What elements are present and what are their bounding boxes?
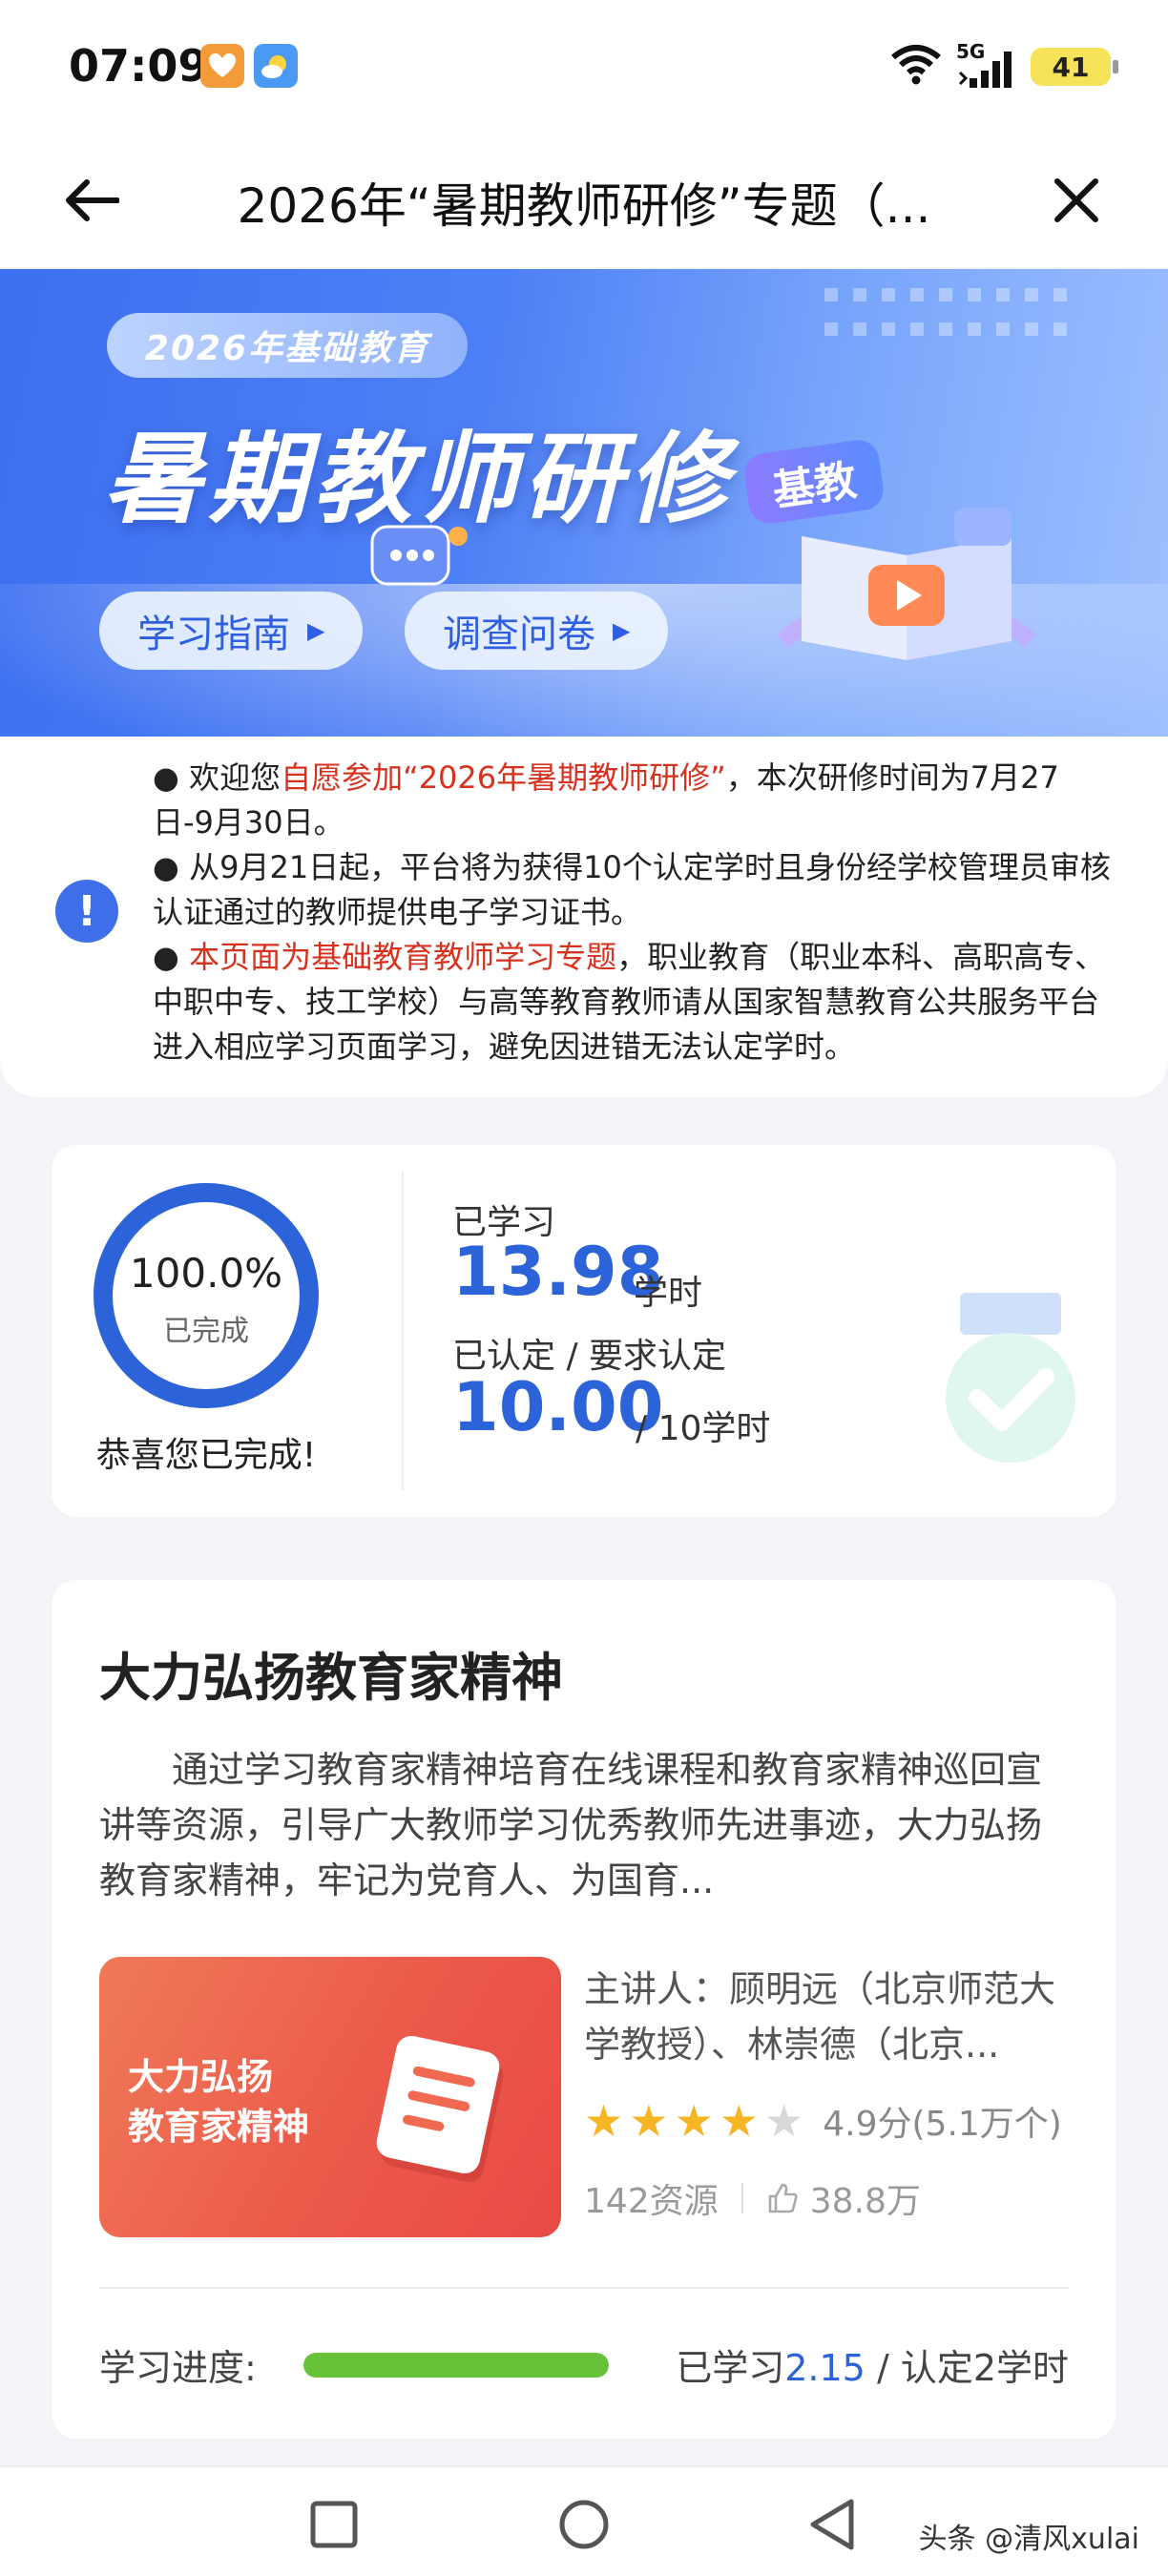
star-icon: ★	[719, 2095, 759, 2147]
course-speaker: 主讲人：顾明远（北京师范大学教授）、林崇德（北京...	[584, 1968, 1056, 2066]
watermark: 头条 @清风xulai	[918, 2523, 1139, 2556]
like-count: 38.8万	[809, 2182, 921, 2221]
completion-percent: 100.0%	[129, 1250, 283, 1297]
completion-label: 已完成	[163, 1315, 249, 1348]
triangle-right-icon: ▶	[613, 617, 631, 644]
triangle-right-icon: ▶	[307, 617, 325, 644]
notice-item: ● 本页面为基础教育教师学习专题，职业教育（职业本科、高职高专、中职中专、技工学…	[153, 939, 1106, 1065]
exclamation-icon: !	[55, 880, 118, 943]
notice-card: ! ● 欢迎您自愿参加“2026年暑期教师研修”，本次研修时间为7月27日-9月…	[0, 737, 1168, 1097]
triangle-left-icon	[810, 2499, 854, 2550]
system-nav-bar: 头条 @清风xulai	[0, 2465, 1168, 2576]
star-icon: ★	[764, 2095, 804, 2147]
circle-icon	[559, 2500, 609, 2549]
star-icon: ★	[629, 2095, 669, 2147]
thumbnail-line: 教育家精神	[128, 2106, 310, 2148]
banner-pill: 2026年基础教育	[107, 313, 468, 378]
divider	[99, 2287, 1069, 2289]
course-description: 通过学习教育家精神培育在线课程和教育家精神巡回宣讲等资源，引导广大教师学习优秀教…	[99, 1749, 1043, 1901]
book-illustration	[777, 508, 1036, 660]
congrats-text: 恭喜您已完成!	[95, 1436, 317, 1475]
course-card[interactable]: 大力弘扬教育家精神 通过学习教育家精神培育在线课程和教育家精神巡回宣讲等资源，引…	[52, 1580, 1116, 2439]
thumbs-up-icon[interactable]	[766, 2182, 799, 2214]
course-title: 大力弘扬教育家精神	[99, 1648, 563, 1708]
survey-button[interactable]: 调查问卷 ▶	[405, 592, 669, 670]
wifi-icon	[889, 44, 943, 90]
status-time: 07:09	[69, 40, 209, 92]
study-guide-button[interactable]: 学习指南 ▶	[99, 592, 364, 670]
banner: 2026年基础教育 暑期教师研修 基教 学习指南 ▶ 调查问卷 ▶	[0, 269, 1168, 737]
title-bar: 2026年“暑期教师研修”专题（...	[0, 134, 1168, 267]
divider	[402, 1172, 404, 1490]
thumbnail-text: 大力弘扬 教育家精神	[128, 2052, 309, 2151]
thumbnail-line: 大力弘扬	[128, 2056, 274, 2098]
progress-label: 学习进度:	[99, 2347, 257, 2389]
back-nav-button[interactable]	[802, 2494, 863, 2555]
notice-text: ● 欢迎您自愿参加“2026年暑期教师研修”，本次研修时间为7月27日-9月30…	[153, 756, 1116, 1070]
page-title: 2026年“暑期教师研修”专题（...	[237, 178, 931, 234]
resource-count: 142资源	[584, 2182, 719, 2221]
progress-bar-fill	[303, 2353, 609, 2378]
recent-apps-button[interactable]	[303, 2494, 365, 2555]
square-icon	[310, 2501, 358, 2548]
progress-summary-card: 100.0% 已完成 恭喜您已完成! 已学习 13.98 学时 已认定 / 要求…	[52, 1145, 1116, 1517]
signal-icon: 5G	[956, 40, 1017, 90]
battery-indicator: 41	[1031, 48, 1118, 86]
progress-suffix: / 认定2学时	[865, 2347, 1069, 2389]
certified-value: 10.00	[452, 1368, 664, 1446]
survey-label: 调查问卷	[443, 613, 595, 656]
notice-item: ● 从9月21日起，平台将为获得10个认定学时且身份经学校管理员审核认证通过的教…	[153, 849, 1111, 930]
back-button[interactable]	[55, 164, 128, 237]
progress-bar	[303, 2353, 609, 2378]
rating-row: ★ ★ ★ ★ ★ 4.9分(5.1万个)	[584, 2095, 1062, 2147]
arrow-left-icon	[66, 179, 119, 221]
progress-detail: 已学习2.15 / 认定2学时	[676, 2338, 1069, 2391]
completion-ring: 100.0% 已完成	[92, 1181, 321, 1410]
banner-dots-decoration	[824, 288, 1067, 336]
medal-check-icon	[946, 1293, 1075, 1463]
close-button[interactable]	[1040, 164, 1113, 237]
course-stats: 142资源 38.8万	[584, 2173, 921, 2223]
home-button[interactable]	[553, 2494, 615, 2555]
progress-studied: 2.15	[784, 2347, 866, 2389]
weather-app-icon	[254, 44, 298, 88]
close-icon	[1054, 178, 1098, 222]
separator	[740, 2183, 743, 2213]
notice-item: ● 欢迎您自愿参加“2026年暑期教师研修”，本次研修时间为7月27日-9月30…	[153, 759, 1059, 841]
rating-text: 4.9分(5.1万个)	[823, 2105, 1062, 2144]
heart-app-icon	[200, 44, 244, 88]
studied-value: 13.98	[452, 1233, 664, 1311]
course-thumbnail[interactable]: 大力弘扬 教育家精神	[99, 1957, 561, 2237]
progress-prefix: 已学习	[676, 2347, 785, 2389]
studied-unit: 学时	[634, 1274, 703, 1313]
star-icon: ★	[674, 2095, 714, 2147]
star-icon: ★	[584, 2095, 624, 2147]
document-icon	[373, 2032, 503, 2177]
study-guide-label: 学习指南	[137, 613, 290, 656]
certified-unit: / 10学时	[636, 1409, 771, 1448]
status-bar: 07:09 5G 41	[0, 0, 1168, 134]
